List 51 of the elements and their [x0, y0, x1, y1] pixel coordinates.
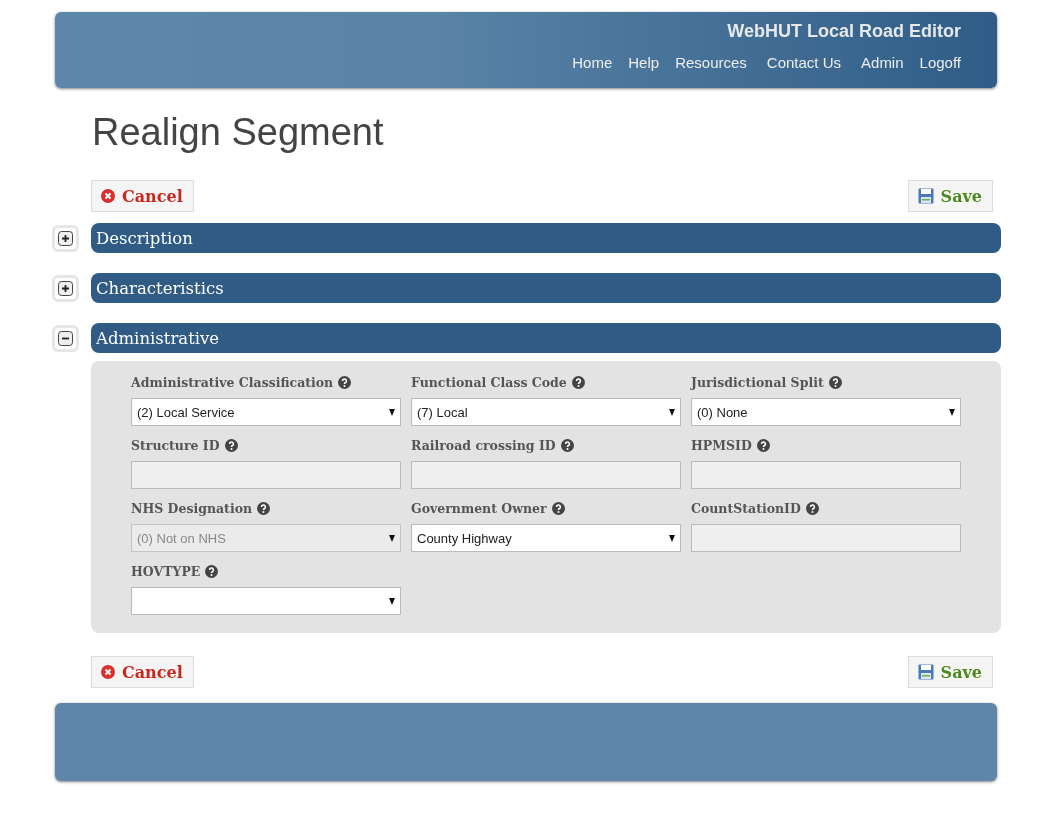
- field-label: HOVTYPE: [131, 564, 201, 579]
- section-header[interactable]: Administrative: [91, 323, 1001, 353]
- text-field[interactable]: [131, 461, 401, 489]
- toggle-button[interactable]: [52, 224, 79, 252]
- help-icon[interactable]: [224, 439, 238, 452]
- app-title: WebHUT Local Road Editor: [727, 21, 961, 42]
- help-icon[interactable]: [756, 439, 770, 452]
- help-icon[interactable]: [338, 376, 352, 389]
- help-icon[interactable]: [551, 502, 565, 515]
- nav-link[interactable]: Help: [628, 54, 660, 71]
- field-label: Railroad crossing ID: [411, 438, 556, 453]
- toggle-button[interactable]: [52, 274, 79, 302]
- field-label: NHS Designation: [131, 501, 253, 516]
- cancel-button[interactable]: Cancel: [91, 656, 194, 688]
- dropdown[interactable]: (0) None: [691, 398, 961, 426]
- field-label: Functional Class Code: [411, 375, 567, 390]
- field-label: HPMSID: [691, 438, 752, 453]
- help-icon[interactable]: [805, 502, 819, 515]
- plus-icon: [58, 280, 73, 296]
- help-icon[interactable]: [828, 376, 842, 389]
- field-label: Administrative Classification: [131, 375, 334, 390]
- field-label: Government Owner: [411, 501, 547, 516]
- nav-link[interactable]: Admin: [861, 54, 904, 71]
- text-field[interactable]: [691, 461, 961, 489]
- close-icon: [101, 189, 115, 203]
- section-header[interactable]: Description: [91, 223, 1001, 253]
- minus-icon: [58, 330, 73, 346]
- close-icon: [101, 665, 115, 679]
- help-icon[interactable]: [571, 376, 585, 389]
- text-field[interactable]: [691, 524, 961, 552]
- plus-icon: [58, 230, 73, 246]
- toggle-button[interactable]: [52, 324, 79, 352]
- field-label: Structure ID: [131, 438, 220, 453]
- save-button[interactable]: Save: [907, 180, 993, 212]
- field-label: Jurisdictional Split: [691, 375, 824, 390]
- dropdown[interactable]: County Highway: [411, 524, 681, 552]
- help-icon[interactable]: [560, 439, 574, 452]
- dropdown[interactable]: (7) Local: [411, 398, 681, 426]
- nav-link[interactable]: Contact Us: [766, 54, 842, 71]
- page-title: Realign Segment: [92, 110, 385, 155]
- help-icon[interactable]: [205, 565, 219, 578]
- nav-link[interactable]: Logoff: [919, 54, 961, 71]
- nav-link[interactable]: Resources: [675, 54, 747, 71]
- nav-link[interactable]: Home: [572, 54, 613, 71]
- cancel-button[interactable]: Cancel: [91, 180, 194, 212]
- dropdown[interactable]: (2) Local Service: [131, 398, 401, 426]
- help-icon[interactable]: [257, 502, 271, 515]
- text-field[interactable]: [411, 461, 681, 489]
- field-label: CountStationID: [691, 501, 801, 516]
- save-button[interactable]: Save: [907, 656, 993, 688]
- section-header[interactable]: Characteristics: [91, 273, 1001, 303]
